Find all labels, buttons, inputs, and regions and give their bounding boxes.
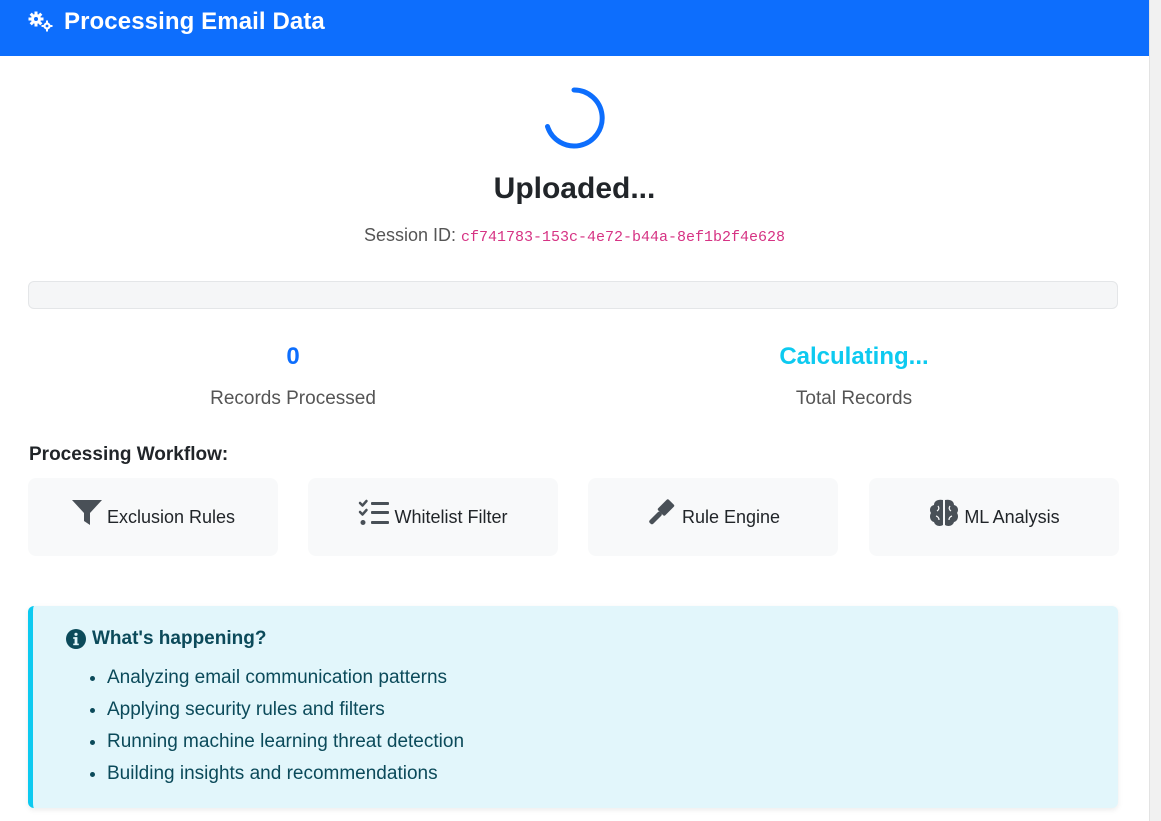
session-label: Session ID:: [363, 225, 456, 245]
list-check-icon: [358, 499, 390, 527]
workflow-step-exclusion-rules: Exclusion Rules: [28, 478, 278, 556]
progress-bar: [28, 281, 1118, 309]
filter-icon: [71, 499, 103, 527]
list-item: Analyzing email communication patterns: [107, 664, 464, 696]
workflow-step-whitelist-filter: Whitelist Filter: [308, 478, 558, 556]
info-circle-icon: [66, 629, 86, 649]
records-processed-label: Records Processed: [210, 388, 376, 409]
gavel-icon: [646, 499, 678, 527]
list-item: Applying security rules and filters: [107, 696, 464, 728]
total-records-value: Calculating...: [779, 343, 929, 370]
brain-icon: [928, 498, 960, 528]
scrollbar[interactable]: [1149, 0, 1161, 821]
workflow-step-ml-analysis: ML Analysis: [869, 478, 1119, 556]
list-item: Building insights and recommendations: [107, 760, 464, 792]
workflow-step-label: ML Analysis: [964, 506, 1060, 527]
session-info: Session ID: cf741783-153c-4e72-b44a-8ef1…: [0, 225, 1149, 246]
total-records-label: Total Records: [795, 388, 913, 409]
info-list: Analyzing email communication patterns A…: [83, 664, 464, 792]
session-id: cf741783-153c-4e72-b44a-8ef1b2f4e628: [461, 229, 786, 246]
records-processed-value: 0: [286, 343, 300, 370]
workflow-step-rule-engine: Rule Engine: [588, 478, 838, 556]
stat-total-records: Calculating... Total Records: [574, 343, 1134, 410]
workflow-step-label: Exclusion Rules: [106, 506, 236, 527]
list-item: Running machine learning threat detectio…: [107, 728, 464, 760]
page-header: Processing Email Data: [0, 0, 1149, 56]
stat-records-processed: 0 Records Processed: [13, 343, 573, 410]
info-box: What's happening? Analyzing email commun…: [28, 606, 1118, 808]
status-title: Uploaded...: [493, 172, 656, 205]
workflow-step-label: Rule Engine: [681, 506, 781, 527]
workflow-heading: Processing Workflow:: [29, 444, 229, 465]
info-heading-text: What's happening?: [92, 628, 267, 649]
info-heading: What's happening?: [66, 628, 266, 650]
workflow-step-label: Whitelist Filter: [394, 506, 508, 527]
gears-icon: [28, 11, 56, 33]
loading-spinner-icon: [542, 86, 606, 150]
page-title: Processing Email Data: [64, 8, 325, 35]
